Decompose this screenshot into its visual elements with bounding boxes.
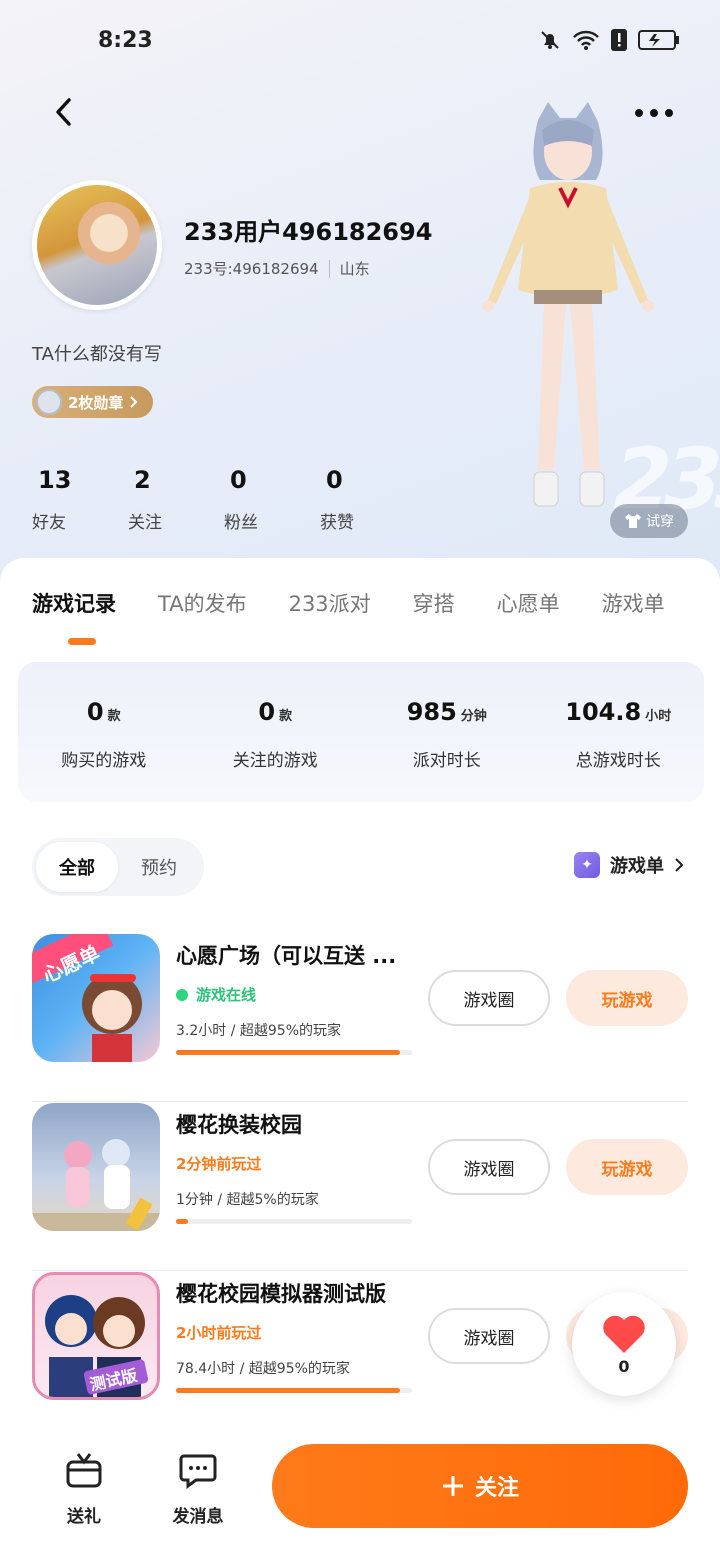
- game-progress-bar: [176, 1388, 412, 1393]
- sparkle-icon: ✦: [574, 852, 600, 878]
- battery-icon: [638, 29, 680, 55]
- divider: [32, 1270, 688, 1271]
- stat-likes[interactable]: 0 获赞: [320, 466, 416, 533]
- tab-party[interactable]: 233派对: [289, 588, 371, 618]
- summary-card: 0款 购买的游戏 0款 关注的游戏 985 分钟 派对时长 104.8 小时 总游戏…: [18, 662, 704, 802]
- avatar-3d-figure[interactable]: [468, 100, 668, 520]
- plus-icon: [442, 1476, 463, 1496]
- tab-indicator: [68, 638, 96, 645]
- game-last-played: 2小时前玩过: [176, 1324, 262, 1342]
- game-online-status: 游戏在线: [176, 984, 256, 1005]
- back-button[interactable]: [44, 92, 84, 132]
- game-title: 心愿广场（可以互送 ...: [176, 944, 397, 968]
- heart-icon: [603, 1315, 645, 1353]
- game-row[interactable]: 樱花换装校园 2分钟前玩过 1分钟 / 超越5%的玩家 游戏圈 玩游戏: [0, 1103, 720, 1271]
- badge-button[interactable]: 2枚勋章: [32, 386, 154, 418]
- game-title: 樱花校园模拟器测试版: [176, 1282, 386, 1306]
- stats-row: 13 好友 2 关注 0 粉丝 0 获赞: [32, 466, 416, 533]
- game-list-link[interactable]: ✦ 游戏单: [574, 852, 684, 878]
- game-icon[interactable]: [32, 1103, 160, 1231]
- status-icons: [538, 28, 680, 56]
- try-on-button[interactable]: 试穿: [610, 504, 688, 538]
- avatar[interactable]: [32, 180, 162, 310]
- divider: [32, 1101, 688, 1102]
- chevron-right-icon: [675, 858, 684, 872]
- profile-header: 233 8:23 233用户496182694 233号:496182694 山…: [0, 0, 720, 600]
- game-row[interactable]: 心愿单 心愿广场（可以互送 ... 游戏在线 3.2小时 / 超越95%的玩家 …: [0, 934, 720, 1102]
- summary-party-time: 985 分钟 派对时长: [406, 698, 487, 771]
- like-count: 0: [618, 1356, 630, 1376]
- divider: [328, 259, 330, 278]
- filter-toggle: 全部 预约: [32, 838, 204, 896]
- badge-label: 2枚勋章: [68, 393, 124, 412]
- user-location: 山东: [339, 260, 370, 278]
- tab-game-list[interactable]: 游戏单: [602, 588, 665, 618]
- stat-friends[interactable]: 13 好友: [32, 466, 128, 533]
- online-dot-icon: [176, 988, 188, 1001]
- shirt-icon: [625, 514, 641, 528]
- gift-button[interactable]: 送礼: [44, 1450, 124, 1527]
- game-circle-button[interactable]: 游戏圈: [428, 1139, 550, 1195]
- mute-bell-icon: [538, 28, 562, 56]
- filter-all[interactable]: 全部: [36, 842, 118, 892]
- chat-icon: [179, 1454, 217, 1489]
- stat-fans[interactable]: 0 粉丝: [224, 466, 320, 533]
- user-meta: 233号:496182694 山东: [184, 258, 370, 279]
- bottom-action-bar: 送礼 发消息 关注: [0, 1420, 720, 1560]
- follow-button[interactable]: 关注: [272, 1444, 688, 1528]
- like-button[interactable]: 0: [572, 1292, 676, 1396]
- summary-total-time: 104.8 小时 总游戏时长: [565, 698, 672, 771]
- game-icon[interactable]: 心愿单: [32, 934, 160, 1062]
- game-last-played: 2分钟前玩过: [176, 1155, 262, 1173]
- bio: TA什么都没有写: [32, 344, 162, 365]
- game-title: 樱花换装校园: [176, 1113, 302, 1137]
- tab-game-record[interactable]: 游戏记录: [32, 588, 116, 618]
- username: 233用户496182694: [184, 218, 433, 246]
- game-meta: 78.4小时 / 超越95%的玩家: [176, 1361, 350, 1377]
- user-id: 233号:496182694: [184, 260, 319, 278]
- chevron-left-icon: [56, 98, 71, 126]
- play-game-button[interactable]: 玩游戏: [566, 970, 688, 1026]
- game-circle-button[interactable]: 游戏圈: [428, 970, 550, 1026]
- game-meta: 1分钟 / 超越5%的玩家: [176, 1192, 319, 1208]
- wifi-icon: [572, 29, 600, 55]
- game-meta: 3.2小时 / 超越95%的玩家: [176, 1023, 341, 1039]
- status-time: 8:23: [98, 28, 153, 53]
- tab-outfits[interactable]: 穿搭: [413, 588, 455, 618]
- game-circle-button[interactable]: 游戏圈: [428, 1308, 550, 1364]
- game-progress-bar: [176, 1219, 412, 1224]
- game-progress-bar: [176, 1050, 412, 1055]
- tab-wishlist[interactable]: 心愿单: [497, 588, 560, 618]
- chevron-right-icon: [130, 396, 138, 408]
- tab-posts[interactable]: TA的发布: [158, 588, 247, 618]
- filter-reserve[interactable]: 预约: [118, 842, 200, 892]
- status-bar: 8:23: [0, 0, 720, 84]
- summary-purchased: 0款 购买的游戏: [61, 698, 147, 771]
- game-icon[interactable]: 测试版: [32, 1272, 160, 1400]
- play-game-button[interactable]: 玩游戏: [566, 1139, 688, 1195]
- message-button[interactable]: 发消息: [158, 1450, 238, 1527]
- tab-bar: 游戏记录 TA的发布 233派对 穿搭 心愿单 游戏单: [32, 588, 720, 618]
- summary-followed: 0款 关注的游戏: [232, 698, 318, 771]
- stat-following[interactable]: 2 关注: [128, 466, 224, 533]
- medal-icon: [36, 389, 62, 415]
- alert-icon: [610, 28, 628, 56]
- gift-icon: [66, 1453, 102, 1488]
